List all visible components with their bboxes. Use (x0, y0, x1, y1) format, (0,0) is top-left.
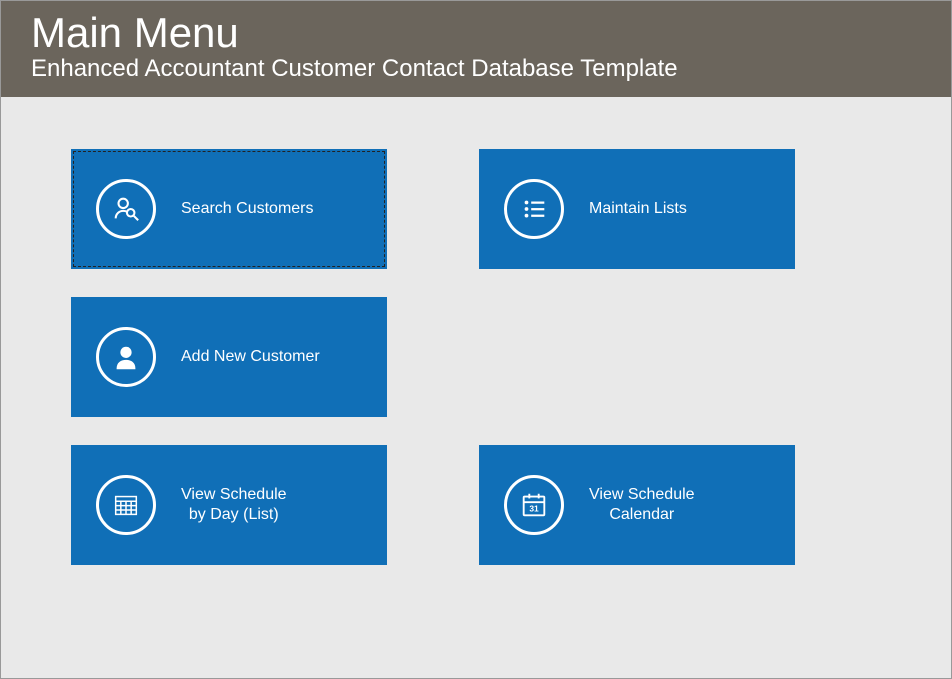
view-schedule-calendar-label: View Schedule Calendar (589, 485, 695, 525)
maintain-lists-icon (479, 179, 589, 239)
page-subtitle: Enhanced Accountant Customer Contact Dat… (31, 55, 921, 83)
page-header: Main Menu Enhanced Accountant Customer C… (1, 1, 951, 97)
view-schedule-list-label: View Schedule by Day (List) (181, 485, 287, 525)
add-new-customer-button[interactable]: Add New Customer (71, 297, 387, 417)
view-schedule-list-button[interactable]: View Schedule by Day (List) (71, 445, 387, 565)
search-customers-icon (71, 179, 181, 239)
search-customers-label: Search Customers (181, 199, 314, 219)
search-customers-button[interactable]: Search Customers (71, 149, 387, 269)
add-new-customer-label: Add New Customer (181, 347, 320, 367)
maintain-lists-label: Maintain Lists (589, 199, 687, 219)
view-schedule-list-icon (71, 475, 181, 535)
view-schedule-calendar-button[interactable]: 31 View Schedule Calendar (479, 445, 795, 565)
maintain-lists-button[interactable]: Maintain Lists (479, 149, 795, 269)
svg-text:31: 31 (529, 504, 539, 514)
add-new-customer-icon (71, 327, 181, 387)
page-title: Main Menu (31, 11, 921, 55)
view-schedule-calendar-icon: 31 (479, 475, 589, 535)
